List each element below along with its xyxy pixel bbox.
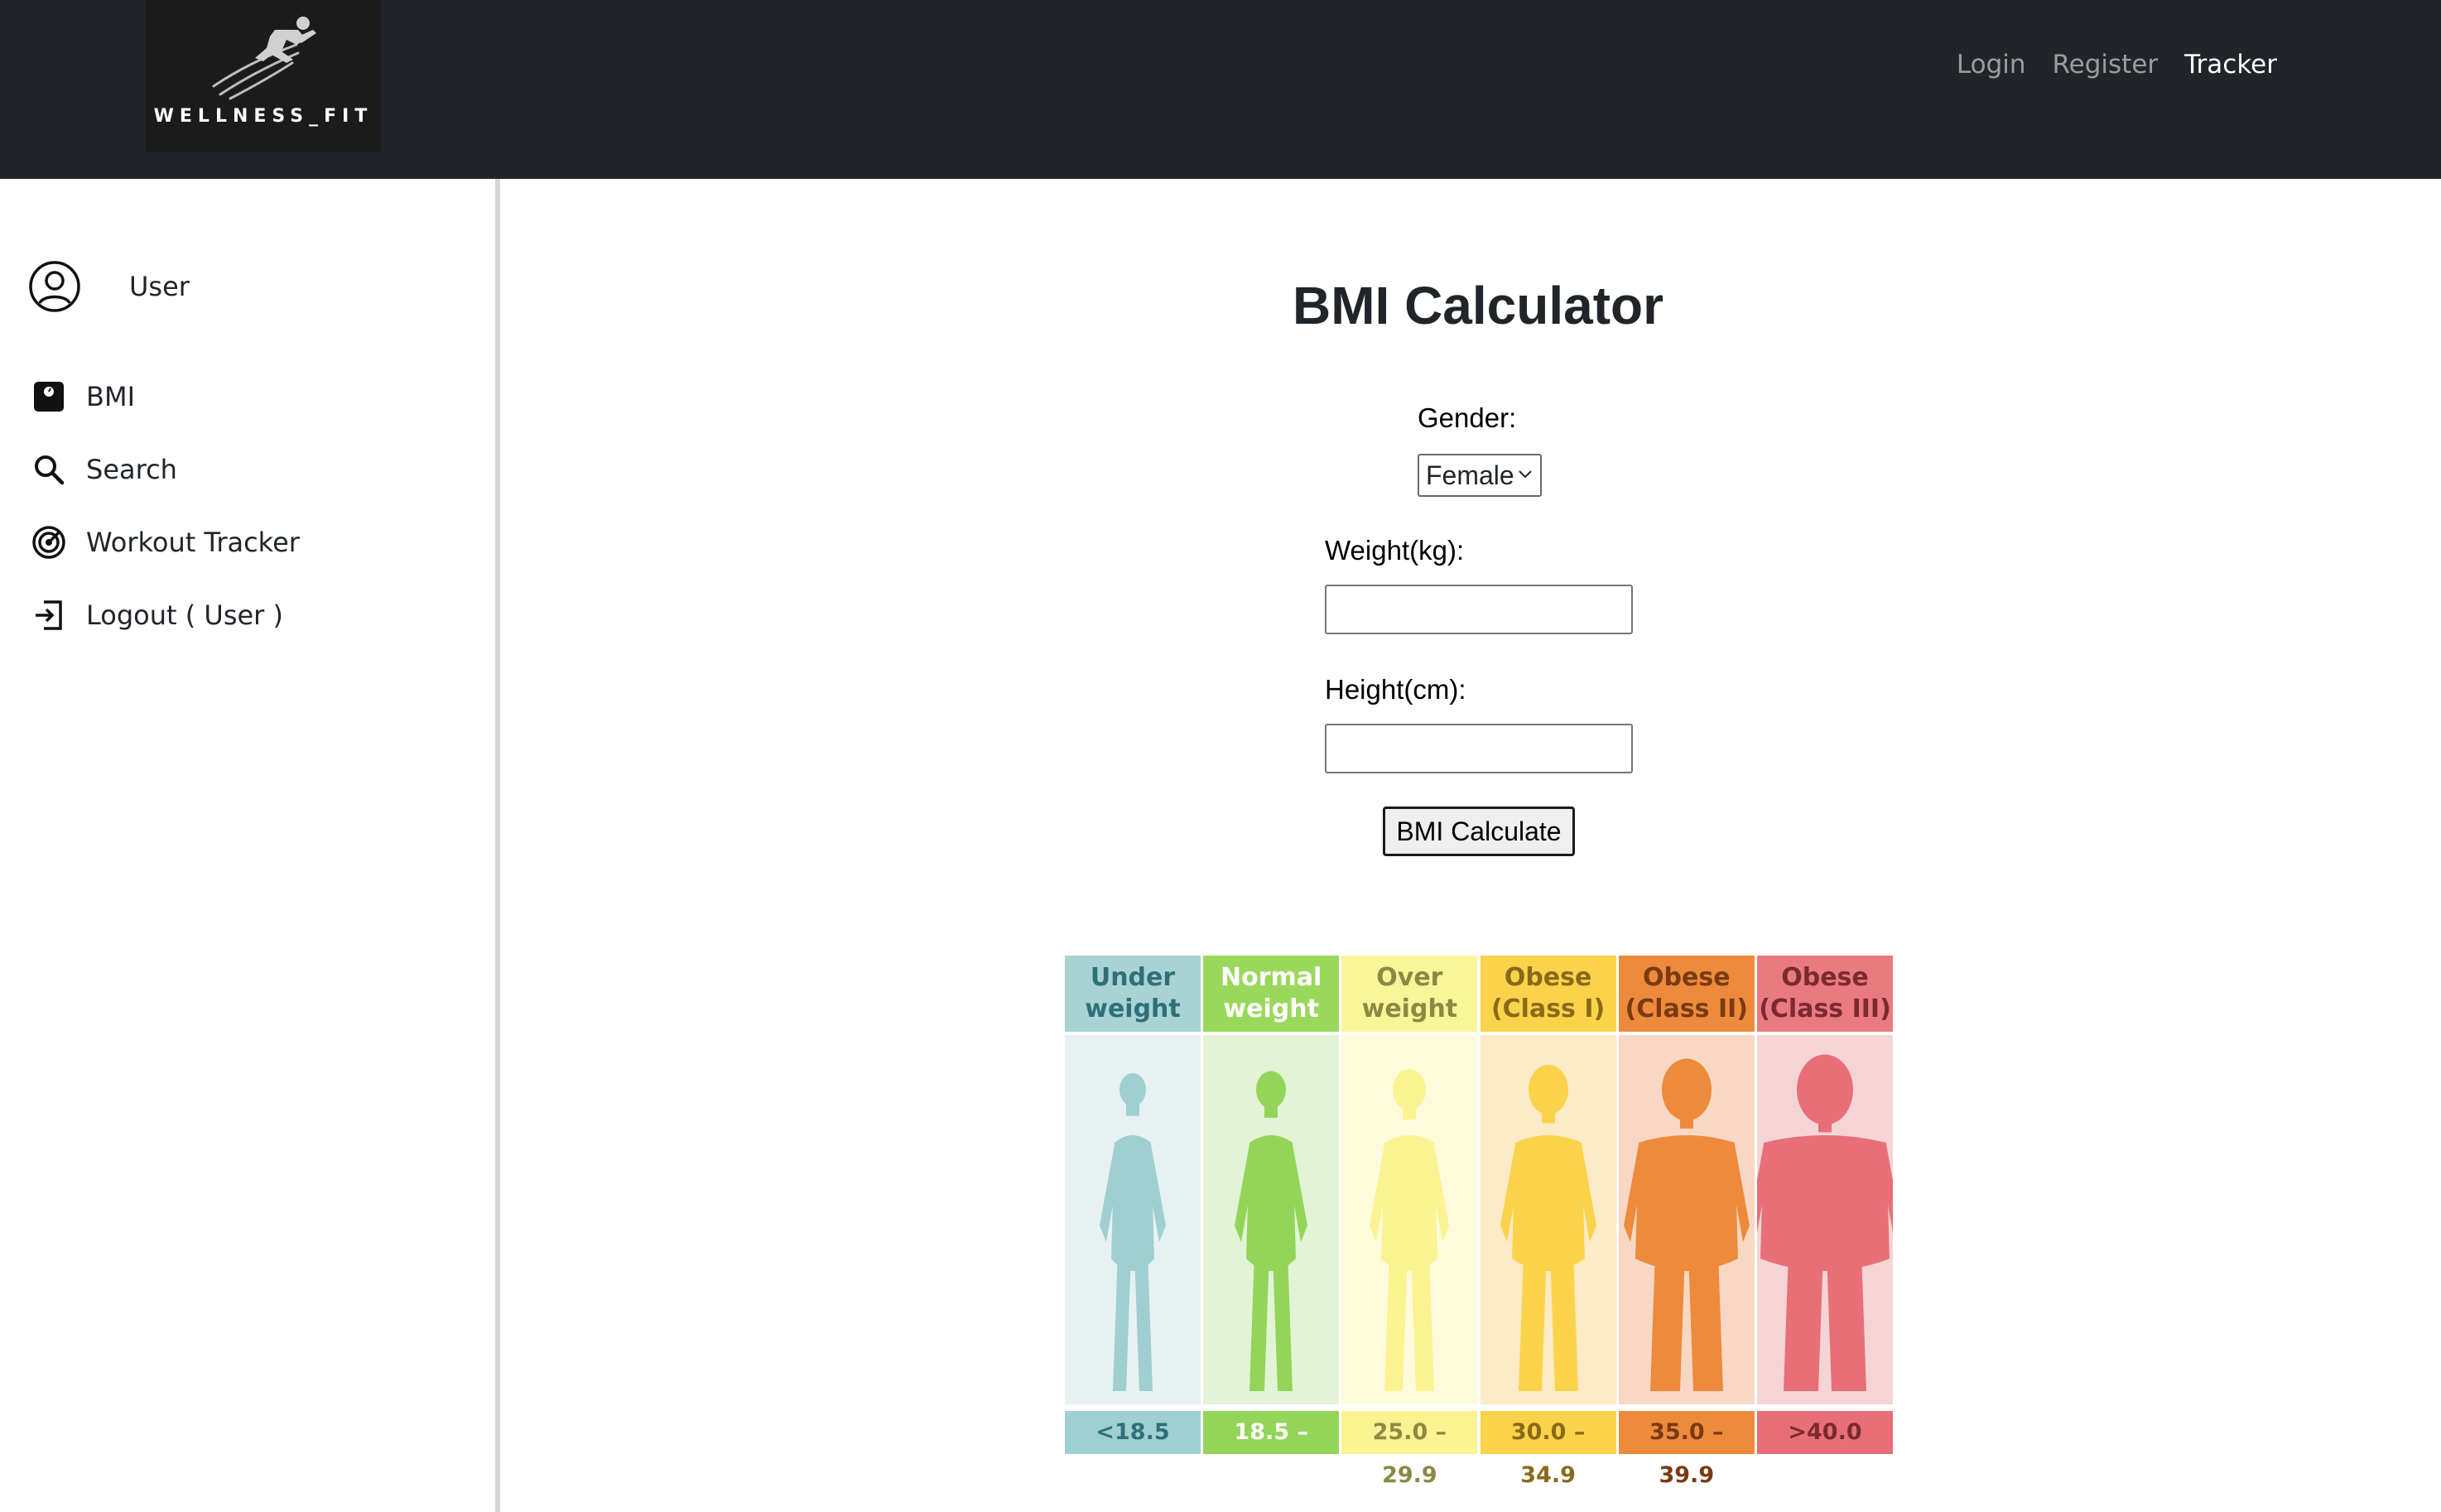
- bmi-category-title-line1: Obese: [1781, 963, 1869, 992]
- bmi-range-label: 25.0 – 29.9: [1341, 1411, 1478, 1488]
- bmi-category-title-line2: (Class I): [1490, 994, 1606, 1023]
- bmi-range-label: <18.5: [1065, 1411, 1201, 1454]
- bmi-range-label: >40.0: [1757, 1411, 1893, 1454]
- sidebar-item-search[interactable]: Search: [31, 452, 177, 487]
- height-label: Height(cm):: [1325, 674, 1466, 705]
- page-title: BMI Calculator: [1292, 276, 1664, 335]
- weight-input[interactable]: [1325, 585, 1633, 634]
- sidebar-item-label: Workout Tracker: [86, 527, 300, 558]
- bmi-silhouette-panel: [1618, 1035, 1755, 1404]
- body-silhouette-icon: [1500, 1065, 1596, 1391]
- brand-logo[interactable]: WELLNESS_FIT: [146, 0, 381, 152]
- bmi-category-column: Over weight 25.0 – 29.9: [1341, 956, 1478, 1488]
- sidebar-item-label: Search: [86, 454, 177, 485]
- nav-links: Login Register Tracker: [1957, 46, 2277, 83]
- sidebar-user-label: User: [129, 271, 190, 302]
- user-avatar-icon: [29, 261, 80, 312]
- gender-label: Gender:: [1418, 402, 1517, 433]
- body-silhouette-icon: [1235, 1071, 1308, 1391]
- bmi-category-column: Under weight <18.5: [1065, 956, 1201, 1454]
- bmi-category-title-line2: (Class II): [1625, 994, 1749, 1023]
- bmi-category-title-line1: Under: [1090, 963, 1176, 992]
- bmi-range-label: 18.5 – 24.9: [1203, 1411, 1340, 1488]
- bmi-silhouette-panel: [1749, 1035, 1901, 1404]
- bmi-category-title-line2: weight: [1361, 994, 1458, 1023]
- bmi-category-title: Obese (Class II): [1618, 956, 1755, 1032]
- weight-label: Weight(kg):: [1325, 535, 1465, 566]
- bmi-category-title-line2: weight: [1085, 994, 1181, 1023]
- bmi-category-title-line1: Obese: [1504, 963, 1592, 992]
- scale-icon: [34, 382, 64, 412]
- sidebar-user[interactable]: User: [28, 260, 190, 313]
- bmi-category-title: Normal weight: [1203, 956, 1340, 1032]
- logo-text: WELLNESS_FIT: [153, 106, 373, 127]
- sidebar-item-logout[interactable]: Logout ( User ): [31, 598, 283, 633]
- sidebar-item-label: Logout ( User ): [86, 600, 283, 631]
- bmi-category-chart: Under weight <18.5 Normal weight 18.5 – 24.9 O…: [1065, 956, 1901, 1488]
- bmi-category-column: Obese (Class III) >40.0: [1749, 956, 1901, 1454]
- bmi-category-title-line1: Normal: [1220, 963, 1322, 992]
- bmi-category-column: Normal weight 18.5 – 24.9: [1203, 956, 1340, 1488]
- bmi-category-title-line2: weight: [1223, 994, 1319, 1023]
- bmi-category-title: Obese (Class I): [1480, 956, 1616, 1032]
- bmi-category-title-line1: Obese: [1643, 963, 1731, 992]
- bmi-silhouette-panel: [1203, 1035, 1340, 1404]
- bmi-category-title-line1: Over: [1376, 963, 1443, 992]
- body-silhouette-icon: [1100, 1073, 1166, 1391]
- gender-select[interactable]: Female: [1418, 454, 1542, 497]
- nav-login-link[interactable]: Login: [1957, 46, 2026, 83]
- bmi-calculate-button[interactable]: BMI Calculate: [1383, 807, 1575, 856]
- bmi-range-label: 35.0 – 39.9: [1618, 1411, 1755, 1488]
- bmi-category-title: Under weight: [1065, 956, 1201, 1032]
- top-navbar: WELLNESS_FIT Login Register Tracker: [0, 0, 2441, 179]
- bmi-category-column: Obese (Class I) 30.0 – 34.9: [1480, 956, 1616, 1488]
- bmi-silhouette-panel: [1341, 1035, 1478, 1404]
- bmi-category-column: Obese (Class II) 35.0 – 39.9: [1618, 956, 1755, 1488]
- bmi-silhouette-panel: [1065, 1035, 1201, 1404]
- sidebar-item-bmi[interactable]: BMI: [31, 379, 135, 414]
- runner-icon: [212, 17, 316, 100]
- sidebar: User BMI Search Workout Tracker Logout (…: [0, 179, 500, 1512]
- bmi-category-title: Over weight: [1341, 956, 1478, 1032]
- bmi-category-title-line2: (Class III): [1759, 994, 1891, 1023]
- bmi-silhouette-panel: [1480, 1035, 1616, 1404]
- body-silhouette-icon: [1623, 1058, 1750, 1391]
- body-silhouette-icon: [1370, 1069, 1450, 1391]
- body-silhouette-icon: [1749, 1054, 1901, 1391]
- nav-tracker-link[interactable]: Tracker: [2184, 46, 2277, 83]
- gender-selected-value: Female: [1426, 460, 1514, 490]
- logout-icon: [36, 600, 62, 630]
- search-icon: [35, 455, 65, 485]
- chevron-down-icon: [1519, 470, 1532, 479]
- height-input[interactable]: [1325, 724, 1633, 773]
- bmi-category-title: Obese (Class III): [1757, 956, 1893, 1032]
- sidebar-item-label: BMI: [86, 381, 135, 412]
- sidebar-item-workout-tracker[interactable]: Workout Tracker: [31, 525, 300, 560]
- bmi-range-label: 30.0 – 34.9: [1480, 1411, 1616, 1488]
- nav-register-link[interactable]: Register: [2053, 46, 2159, 83]
- target-icon: [32, 526, 65, 559]
